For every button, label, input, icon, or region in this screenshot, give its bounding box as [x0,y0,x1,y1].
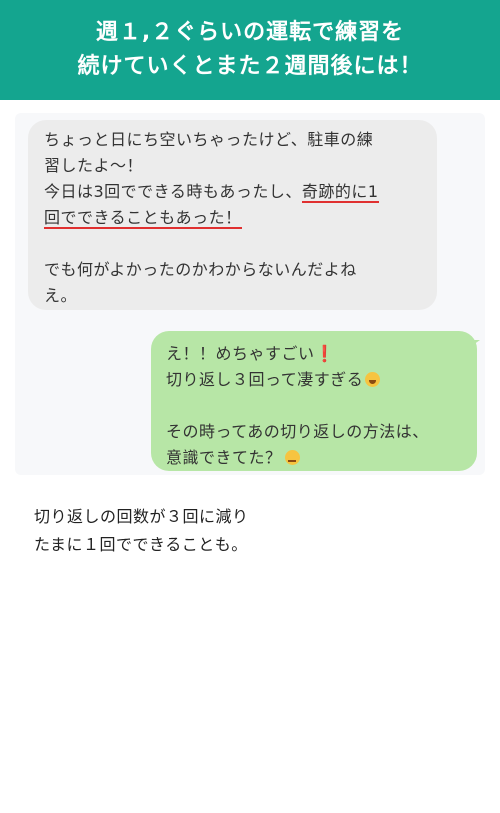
incoming-line-3: 今日は3回でできる時もあったし、奇跡的に1 [44,179,425,205]
outgoing-line-2-text: 切り返し３回って凄すぎる [166,370,364,389]
thinking-face-icon [284,450,300,465]
outgoing-line-4-text: 意識できてた？ [166,448,282,467]
exclamation-mark-icon: ❗ [314,344,335,363]
highlighted-text: 奇跡的に1 [301,182,379,203]
incoming-line-4: 回でできることもあった！ [44,205,425,231]
outgoing-line-1: え！！めちゃすごい❗ [166,341,467,367]
header-title-line-1: 週１,２ぐらいの運転で練習を [95,20,405,45]
outgoing-line-2: 切り返し３回って凄すぎる [166,367,467,393]
highlighted-text-cont: 回でできることもあった！ [44,208,242,229]
incoming-line-6: え。 [44,286,78,305]
incoming-message-bubble: ちょっと日にち空いちゃったけど、駐車の練 習したよ〜！ 今日は3回でできる時もあ… [28,120,437,310]
incoming-line-5: でも何がよかったのかわからないんだよね [44,260,357,279]
header-title-line-2: 続けていくとまた２週間後には！ [77,54,423,79]
header-banner: 週１,２ぐらいの運転で練習を 続けていくとまた２週間後には！ [0,0,500,100]
caption-line-2: たまに１回でできることも。 [34,535,248,554]
outgoing-line-3: その時ってあの切り返しの方法は、 [166,422,429,441]
laughing-face-icon [365,372,381,387]
outgoing-line-4: 意識できてた？ [166,445,467,471]
incoming-line-3-text: 今日は3回でできる時もあったし、 [44,182,302,201]
caption-line-1: 切り返しの回数が３回に減り [34,507,249,526]
incoming-line-2: 習したよ〜！ [44,156,144,175]
outgoing-line-1-text: え！！めちゃすごい [166,344,315,363]
caption-text: 切り返しの回数が３回に減り たまに１回でできることも。 [34,503,474,559]
incoming-line-1: ちょっと日にち空いちゃったけど、駐車の練 [44,130,374,149]
outgoing-message-bubble: え！！めちゃすごい❗ 切り返し３回って凄すぎる その時ってあの切り返しの方法は、… [151,331,477,471]
